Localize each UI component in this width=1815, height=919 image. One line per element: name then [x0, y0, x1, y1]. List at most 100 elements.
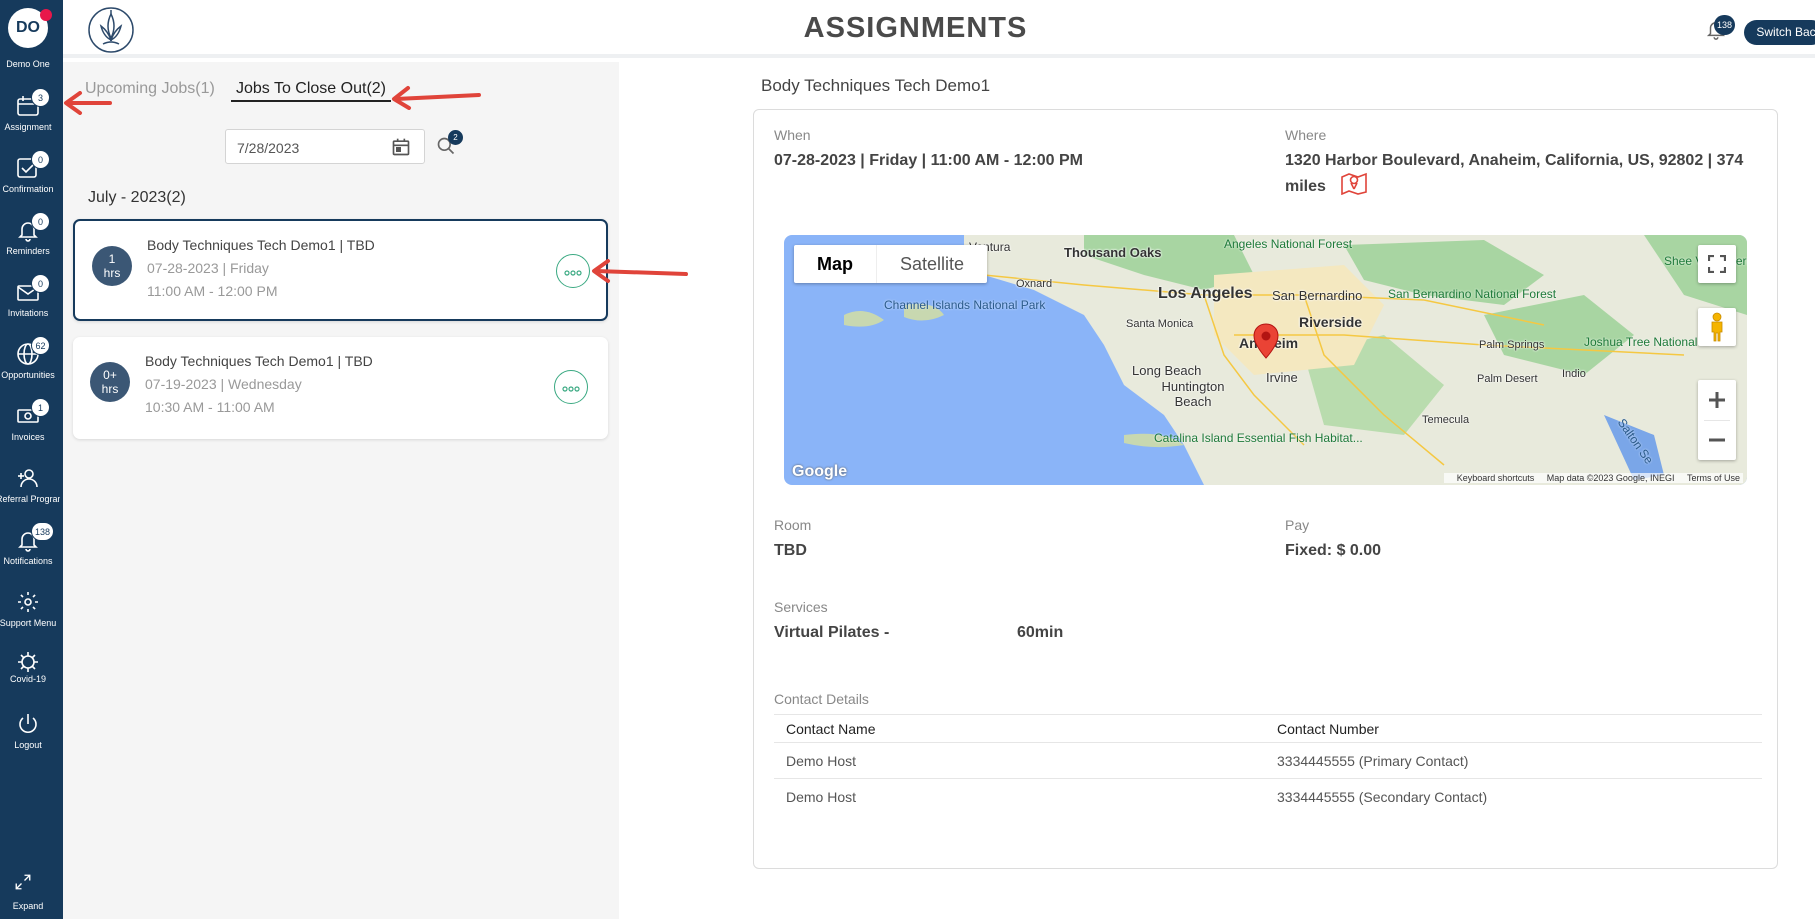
sidebar-item-support-menu[interactable]: Support Menu	[0, 584, 56, 640]
table-header-row: Contact Name Contact Number	[774, 714, 1762, 743]
nav-badge: 138	[31, 522, 55, 541]
sidebar: DO Demo One 3 Assignment 0 Confirmation …	[0, 0, 63, 919]
pegman-icon	[1711, 312, 1723, 342]
map-label: Indio	[1562, 368, 1586, 380]
duration-badge: 1 hrs	[92, 246, 132, 286]
more-options-button[interactable]	[554, 370, 588, 404]
sidebar-item-logout[interactable]: Logout	[0, 706, 56, 762]
contact-number: 3334445555 (Primary Contact)	[1265, 742, 1762, 779]
more-dots-icon	[562, 385, 580, 392]
more-options-button[interactable]	[556, 254, 590, 288]
sidebar-item-notifications[interactable]: 138 Notifications	[0, 522, 56, 578]
sidebar-item-label: Logout	[14, 740, 42, 750]
map-label: Joshua Tree National Park	[1584, 335, 1726, 349]
sidebar-expand[interactable]: Expand	[0, 869, 56, 917]
map-label: San Bernardino National Forest	[1388, 287, 1557, 301]
page-title: ASSIGNMENTS	[803, 12, 1028, 44]
services-label: Services	[774, 599, 828, 615]
sidebar-item-label: Assignment	[4, 122, 52, 132]
job-date: 07-19-2023 | Wednesday	[145, 376, 302, 392]
map-label: Palm Desert	[1477, 373, 1538, 385]
map-label: San Bernardino	[1272, 288, 1363, 303]
contact-name: Demo Host	[774, 778, 1265, 815]
contact-number: 3334445555 (Secondary Contact)	[1265, 778, 1762, 815]
map-label: Oxnard	[1016, 278, 1053, 290]
calendar-icon[interactable]	[391, 137, 411, 157]
sidebar-item-label: Invitations	[7, 308, 49, 318]
job-card[interactable]: 1 hrs Body Techniques Tech Demo1 | TBD 07…	[73, 219, 608, 321]
job-time: 11:00 AM - 12:00 PM	[147, 283, 278, 299]
location-map[interactable]: Ventura Thousand Oaks Oxnard Angeles Nat…	[784, 235, 1747, 485]
terms-of-use-link[interactable]: Terms of Use	[1687, 473, 1740, 483]
virus-icon	[18, 652, 38, 672]
annotation-arrow-icon	[392, 86, 481, 110]
nav-badge: 0	[31, 274, 50, 293]
sidebar-item-label: Opportunities	[1, 370, 55, 380]
tab-jobs-to-close-out[interactable]: Jobs To Close Out(2)	[231, 80, 391, 102]
sidebar-item-referral-program[interactable]: Referral Program	[0, 460, 60, 516]
google-logo: Google	[792, 463, 848, 480]
service-name: Virtual Pilates -	[774, 624, 890, 641]
map-label: Los Angeles	[1158, 285, 1253, 302]
map-label: Angeles National Forest	[1224, 237, 1353, 251]
when-label: When	[774, 127, 811, 143]
jobs-panel: Upcoming Jobs(1) Jobs To Close Out(2) 7/…	[63, 62, 619, 919]
sidebar-item-assignment[interactable]: 3 Assignment	[0, 88, 56, 144]
where-label: Where	[1285, 127, 1327, 143]
map-label: Long Beach	[1132, 363, 1202, 378]
nav-badge: 62	[31, 336, 50, 355]
date-filter-input[interactable]: 7/28/2023	[225, 129, 425, 164]
zoom-divider	[1704, 420, 1730, 421]
fullscreen-button[interactable]	[1698, 245, 1736, 283]
contact-details-label: Contact Details	[774, 691, 869, 707]
column-header: Contact Number	[1265, 714, 1762, 743]
service-duration: 60min	[1017, 624, 1064, 641]
sidebar-item-label: Confirmation	[2, 184, 54, 194]
keyboard-shortcuts-link[interactable]: Keyboard shortcuts	[1457, 473, 1535, 483]
top-bar: ASSIGNMENTS 138 Switch Back	[63, 0, 1815, 58]
more-dots-icon	[564, 269, 582, 276]
add-user-icon	[18, 469, 38, 488]
sidebar-item-label: Invoices	[11, 432, 45, 442]
month-heading: July - 2023(2)	[88, 189, 186, 206]
nav-badge: 0	[31, 150, 50, 169]
zoom-in-icon[interactable]	[1707, 390, 1727, 410]
status-dot	[40, 9, 52, 21]
pay-value: Fixed: $ 0.00	[1285, 542, 1382, 559]
gear-icon	[18, 592, 38, 612]
nav-badge: 0	[31, 212, 50, 231]
sidebar-item-confirmation[interactable]: 0 Confirmation	[0, 150, 56, 206]
zoom-out-icon[interactable]	[1707, 430, 1727, 450]
zoom-controls	[1698, 380, 1736, 460]
map-label: Temecula	[1422, 414, 1470, 426]
street-view-button[interactable]	[1698, 308, 1736, 346]
sidebar-item-label: Referral Program	[0, 494, 60, 504]
job-title: Body Techniques Tech Demo1 | TBD	[147, 237, 375, 253]
sidebar-item-invitations[interactable]: 0 Invitations	[0, 274, 56, 330]
detail-title: Body Techniques Tech Demo1	[761, 76, 991, 95]
sidebar-item-opportunities[interactable]: 62 Opportunities	[0, 336, 56, 392]
contact-name: Demo Host	[774, 742, 1265, 779]
job-card[interactable]: 0+ hrs Body Techniques Tech Demo1 | TBD 0…	[73, 337, 608, 439]
nav-badge: 1	[31, 398, 50, 417]
notification-count-badge: 138	[1714, 15, 1736, 35]
table-row: Demo Host 3334445555 (Secondary Contact)	[774, 778, 1762, 815]
map-footer: Keyboard shortcuts Map data ©2023 Google…	[1443, 473, 1743, 483]
annotation-arrow-icon	[64, 91, 112, 115]
map-label: Channel Islands National Park	[884, 298, 1046, 312]
expand-icon	[15, 874, 31, 890]
sidebar-item-invoices[interactable]: 1 Invoices	[0, 398, 56, 454]
map-type-map[interactable]: Map	[794, 245, 877, 283]
sidebar-item-covid-19[interactable]: Covid-19	[0, 644, 56, 700]
map-type-toggle[interactable]: Map Satellite	[794, 245, 988, 283]
map-pin-icon[interactable]	[1341, 171, 1367, 195]
job-date: 07-28-2023 | Friday	[147, 260, 269, 276]
map-label: Huntington Beach	[1161, 379, 1225, 409]
sidebar-item-reminders[interactable]: 0 Reminders	[0, 212, 56, 268]
contact-table: Contact Name Contact Number Demo Host 33…	[774, 714, 1762, 815]
map-type-satellite[interactable]: Satellite	[877, 245, 987, 283]
map-label: Riverside	[1299, 314, 1363, 330]
sidebar-item-label: Notifications	[3, 556, 53, 566]
switch-back-button[interactable]: Switch Back	[1744, 20, 1815, 45]
location-marker-icon[interactable]	[1253, 323, 1279, 359]
